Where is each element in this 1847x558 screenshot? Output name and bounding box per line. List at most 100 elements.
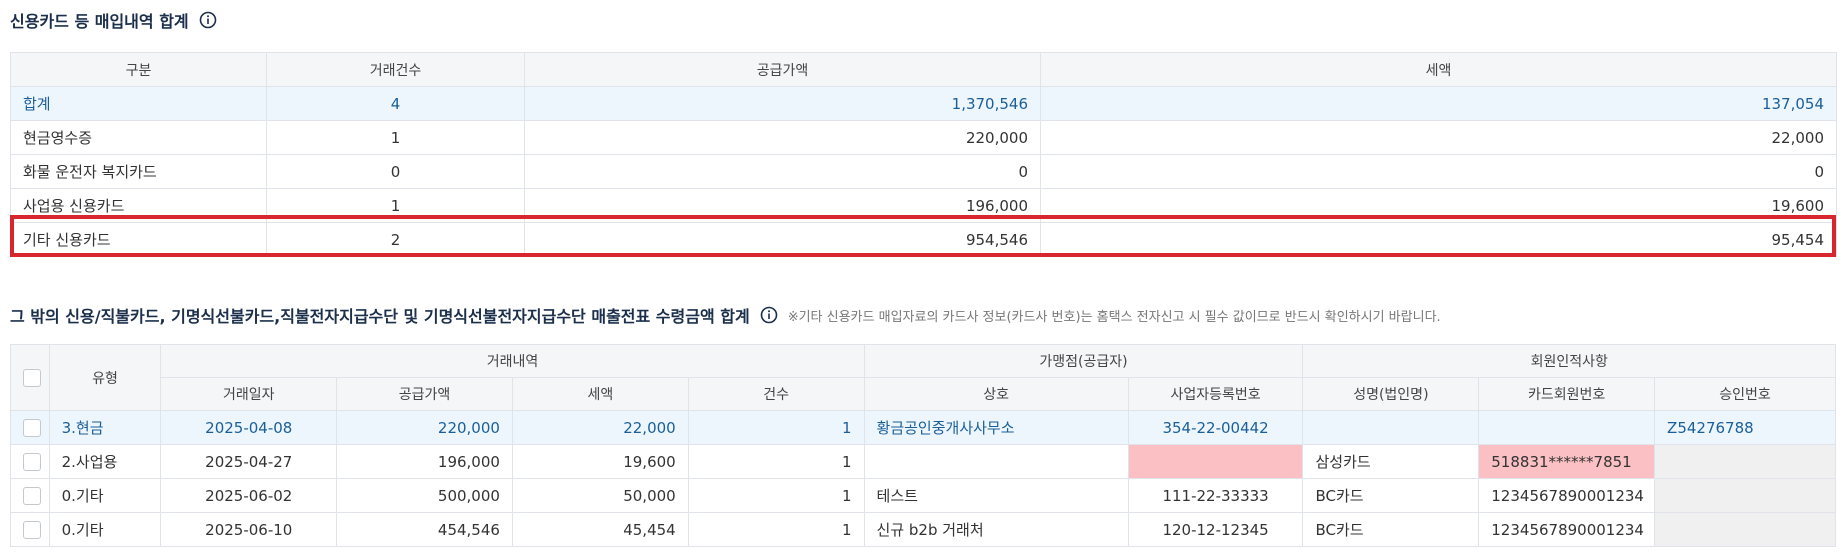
table-row[interactable]: 3.현금 2025-04-08 220,000 22,000 1 황금공인중개사…	[10, 410, 1836, 445]
cell-name	[863, 444, 1129, 479]
cell-card-no: 1234567890001234	[1478, 478, 1656, 513]
header-date: 거래일자	[160, 377, 338, 411]
section1-title: 신용카드 등 매입내역 합계	[10, 8, 217, 32]
header-type: 유형	[48, 344, 162, 411]
row-label: 기타 신용카드	[10, 222, 267, 257]
table-row[interactable]: 0.기타 2025-06-10 454,546 45,454 1 신규 b2b …	[10, 512, 1836, 547]
cell-date: 2025-06-10	[160, 512, 338, 547]
row-checkbox[interactable]	[23, 418, 41, 437]
row-label: 현금영수증	[10, 120, 267, 155]
row-checkbox[interactable]	[23, 452, 41, 471]
header-tax: 세액	[1040, 52, 1837, 87]
row-supply: 196,000	[524, 188, 1041, 223]
cell-biz-no: 111-22-33333	[1127, 478, 1304, 513]
receipt-detail-table: 유형 거래내역 가맹점(공급자) 회원인적사항 거래일자 공급가액 세액 건수 …	[10, 344, 1836, 547]
header-card-no: 카드회원번호	[1478, 377, 1656, 411]
row-supply: 0	[524, 154, 1041, 189]
header-approval: 승인번호	[1654, 377, 1836, 411]
section2-title: 그 밖의 신용/직불카드, 기명식선불카드,직불전자지급수단 및 기명식선불전자…	[10, 303, 1441, 327]
cell-count: 1	[687, 512, 865, 547]
cell-type: 0.기타	[48, 512, 162, 547]
cell-type: 2.사업용	[48, 444, 162, 479]
cell-name: 테스트	[863, 478, 1129, 513]
header-select-all	[10, 344, 50, 411]
cell-card-no: 1234567890001234	[1478, 512, 1656, 547]
cell-owner: BC카드	[1302, 478, 1480, 513]
row-checkbox-cell	[10, 512, 50, 547]
table-header-row: 구분 거래건수 공급가액 세액	[10, 52, 1837, 87]
row-count: 2	[266, 222, 525, 257]
info-icon[interactable]	[199, 11, 217, 29]
table-row-other-credit[interactable]: 기타 신용카드 2 954,546 95,454	[10, 222, 1837, 257]
header-tax: 세액	[511, 377, 689, 411]
table-row[interactable]: 화물 운전자 복지카드 0 0 0	[10, 154, 1837, 189]
header-transactions: 거래내역	[160, 344, 865, 378]
cell-card-no: 518831******7851	[1478, 444, 1656, 479]
row-count: 1	[266, 120, 525, 155]
header-count: 거래건수	[266, 52, 525, 87]
cell-biz-no: 354-22-00442	[1127, 410, 1304, 445]
table-row[interactable]: 현금영수증 1 220,000 22,000	[10, 120, 1837, 155]
row-supply: 954,546	[524, 222, 1041, 257]
row-tax: 0	[1040, 154, 1837, 189]
table-header-row: 유형 거래내역 가맹점(공급자) 회원인적사항	[10, 344, 1836, 411]
table-subheader-row: 거래일자 공급가액 세액 건수 상호 사업자등록번호 성명(법인명) 카드회원번…	[11, 377, 1836, 411]
row-label: 합계	[10, 86, 267, 121]
header-name: 상호	[863, 377, 1129, 411]
row-label: 화물 운전자 복지카드	[10, 154, 267, 189]
cell-tax: 45,454	[511, 512, 689, 547]
row-tax: 95,454	[1040, 222, 1837, 257]
row-tax: 19,600	[1040, 188, 1837, 223]
row-label: 사업용 신용카드	[10, 188, 267, 223]
table-row[interactable]: 사업용 신용카드 1 196,000 19,600	[10, 188, 1837, 223]
cell-date: 2025-06-02	[160, 478, 338, 513]
cell-count: 1	[687, 478, 865, 513]
cell-tax: 22,000	[511, 410, 689, 445]
cell-tax: 50,000	[511, 478, 689, 513]
row-checkbox[interactable]	[23, 486, 41, 505]
table-row[interactable]: 0.기타 2025-06-02 500,000 50,000 1 테스트 111…	[10, 478, 1836, 513]
row-tax: 137,054	[1040, 86, 1837, 121]
section1-title-text: 신용카드 등 매입내역 합계	[10, 12, 189, 31]
notice-text: ※기타 신용카드 매입자료의 카드사 정보(카드사 번호)는 홈택스 전자신고 …	[787, 309, 1441, 325]
row-supply: 1,370,546	[524, 86, 1041, 121]
cell-owner: BC카드	[1302, 512, 1480, 547]
header-member: 회원인적사항	[1302, 344, 1836, 378]
row-checkbox-cell	[10, 478, 50, 513]
row-checkbox-cell	[10, 410, 50, 445]
cell-name: 황금공인중개사사무소	[863, 410, 1129, 445]
cell-date: 2025-04-08	[160, 410, 338, 445]
cell-name: 신규 b2b 거래처	[863, 512, 1129, 547]
purchase-summary-table: 구분 거래건수 공급가액 세액 합계 4 1,370,546 137,054 현…	[10, 52, 1837, 257]
cell-biz-no: 120-12-12345	[1127, 512, 1304, 547]
row-supply: 220,000	[524, 120, 1041, 155]
cell-approval	[1654, 478, 1836, 513]
cell-approval	[1654, 512, 1836, 547]
header-merchant: 가맹점(공급자)	[863, 344, 1304, 378]
cell-supply: 500,000	[336, 478, 513, 513]
cell-approval	[1654, 444, 1836, 479]
select-all-checkbox[interactable]	[23, 368, 41, 387]
header-supply: 공급가액	[524, 52, 1041, 87]
row-count: 0	[266, 154, 525, 189]
cell-owner	[1302, 410, 1480, 445]
header-owner: 성명(법인명)	[1302, 377, 1480, 411]
row-count: 1	[266, 188, 525, 223]
cell-owner: 삼성카드	[1302, 444, 1480, 479]
table-row-total[interactable]: 합계 4 1,370,546 137,054	[10, 86, 1837, 121]
section2-title-text: 그 밖의 신용/직불카드, 기명식선불카드,직불전자지급수단 및 기명식선불전자…	[10, 307, 750, 326]
table-row[interactable]: 2.사업용 2025-04-27 196,000 19,600 1 삼성카드 5…	[10, 444, 1836, 479]
info-icon[interactable]	[760, 306, 778, 324]
cell-supply: 196,000	[336, 444, 513, 479]
row-count: 4	[266, 86, 525, 121]
cell-approval: Z54276788	[1654, 410, 1836, 445]
cell-tax: 19,600	[511, 444, 689, 479]
header-category: 구분	[10, 52, 267, 87]
cell-supply: 220,000	[336, 410, 513, 445]
header-supply: 공급가액	[336, 377, 513, 411]
row-checkbox[interactable]	[23, 520, 41, 539]
header-count: 건수	[687, 377, 865, 411]
cell-date: 2025-04-27	[160, 444, 338, 479]
header-biz-no: 사업자등록번호	[1127, 377, 1304, 411]
cell-count: 1	[687, 444, 865, 479]
